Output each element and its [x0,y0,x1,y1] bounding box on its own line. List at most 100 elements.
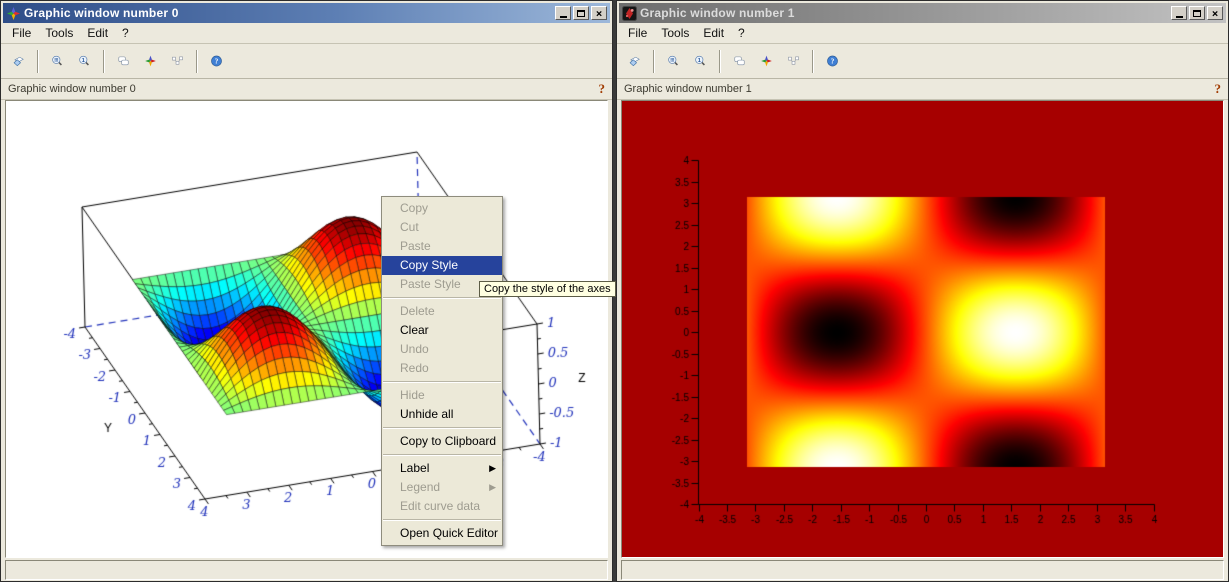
menu-item-hide[interactable]: Hide [382,386,502,405]
toolbar: 1? [617,44,1228,79]
tooltip: Copy the style of the axes [479,281,616,297]
zoom-one-button[interactable]: 1 [71,48,98,75]
close-button[interactable]: × [1207,6,1223,20]
menu-separator [383,297,501,299]
menu-file[interactable]: File [621,24,654,42]
rotate-button[interactable] [621,48,648,75]
menubar: File Tools Edit ? [1,23,612,44]
graphic-window-1: Graphic window number 1 × File Tools Edi… [616,0,1229,582]
window-title: Graphic window number 0 [24,6,555,20]
menu-item-delete[interactable]: Delete [382,302,502,321]
help-button[interactable]: ? [819,48,846,75]
minimize-button[interactable] [555,6,571,20]
svg-text:?: ? [215,58,219,66]
infobar-help-icon[interactable]: ? [1215,81,1222,97]
menu-item-unhide-all[interactable]: Unhide all [382,405,502,424]
surface-plot-canvas[interactable] [6,101,607,557]
scilab-graphic-icon [6,6,21,21]
menu-separator [383,381,501,383]
colormap-button[interactable] [753,48,780,75]
menu-item-redo[interactable]: Redo [382,359,502,378]
statusbar [621,560,1224,580]
toolbar-separator [812,50,814,73]
help-button[interactable]: ? [203,48,230,75]
maximize-button[interactable] [573,6,589,20]
menu-help[interactable]: ? [731,24,752,42]
infobar-label: Graphic window number 1 [624,83,1215,95]
zoom-area-button[interactable] [660,48,687,75]
svg-text:1: 1 [82,58,85,64]
rotate-icon [628,50,641,72]
menu-item-clear[interactable]: Clear [382,321,502,340]
menu-file[interactable]: File [5,24,38,42]
menu-separator [383,519,501,521]
infobar-help-icon[interactable]: ? [599,81,606,97]
heatmap-canvas[interactable] [622,101,1223,557]
toolbar-separator [196,50,198,73]
zoom-one-icon: 1 [78,50,91,72]
menu-edit[interactable]: Edit [696,24,731,42]
menu-item-copy[interactable]: Copy [382,199,502,218]
datatips-icon [171,50,184,72]
edit-graphic-icon [117,50,130,72]
colormap-button[interactable] [137,48,164,75]
toolbar-separator [653,50,655,73]
edit-graphic-button[interactable] [110,48,137,75]
menu-help[interactable]: ? [115,24,136,42]
toolbar-separator [719,50,721,73]
svg-text:1: 1 [698,58,701,64]
toolbar-separator [103,50,105,73]
menu-item-legend[interactable]: Legend▶ [382,478,502,497]
help-icon: ? [210,50,223,72]
maximize-icon [577,10,585,17]
menu-tools[interactable]: Tools [654,24,696,42]
menu-item-label[interactable]: Label▶ [382,459,502,478]
edit-graphic-icon [733,50,746,72]
menu-item-edit-curve-data[interactable]: Edit curve data [382,497,502,516]
close-button[interactable]: × [591,6,607,20]
zoom-one-icon: 1 [694,50,707,72]
infobar: Graphic window number 1 ? [617,79,1228,100]
menu-item-paste[interactable]: Paste [382,237,502,256]
toolbar-separator [37,50,39,73]
svg-text:?: ? [831,58,835,66]
statusbar [5,560,608,580]
toolbar: 1? [1,44,612,79]
menu-tools[interactable]: Tools [38,24,80,42]
menu-separator [383,427,501,429]
datatips-button[interactable] [164,48,191,75]
titlebar[interactable]: Graphic window number 1 × [619,3,1226,23]
close-icon: × [596,8,603,19]
menu-item-undo[interactable]: Undo [382,340,502,359]
rotate-button[interactable] [5,48,32,75]
menu-item-copy-style[interactable]: Copy Style [382,256,502,275]
menu-edit[interactable]: Edit [80,24,115,42]
menu-item-open-quick-editor[interactable]: Open Quick Editor [382,524,502,543]
datatips-button[interactable] [780,48,807,75]
help-icon: ? [826,50,839,72]
statusbar-field [621,560,1224,580]
maximize-button[interactable] [1189,6,1205,20]
close-icon: × [1212,8,1219,19]
zoom-area-icon [51,50,64,72]
minimize-button[interactable] [1171,6,1187,20]
maximize-icon [1193,10,1201,17]
statusbar-field [5,560,608,580]
datatips-icon [787,50,800,72]
menu-separator [383,454,501,456]
colormap-icon [760,50,773,72]
titlebar[interactable]: Graphic window number 0 × [3,3,610,23]
surface-plot-area [5,100,608,558]
infobar-label: Graphic window number 0 [8,83,599,95]
zoom-one-button[interactable]: 1 [687,48,714,75]
scilab-graphic-icon-red [622,6,637,21]
window-title: Graphic window number 1 [640,6,1171,20]
zoom-area-icon [667,50,680,72]
menu-item-cut[interactable]: Cut [382,218,502,237]
infobar: Graphic window number 0 ? [1,79,612,100]
edit-graphic-button[interactable] [726,48,753,75]
submenu-arrow-icon: ▶ [489,459,496,478]
menu-item-copy-to-clipboard[interactable]: Copy to Clipboard [382,432,502,451]
zoom-area-button[interactable] [44,48,71,75]
menubar: File Tools Edit ? [617,23,1228,44]
